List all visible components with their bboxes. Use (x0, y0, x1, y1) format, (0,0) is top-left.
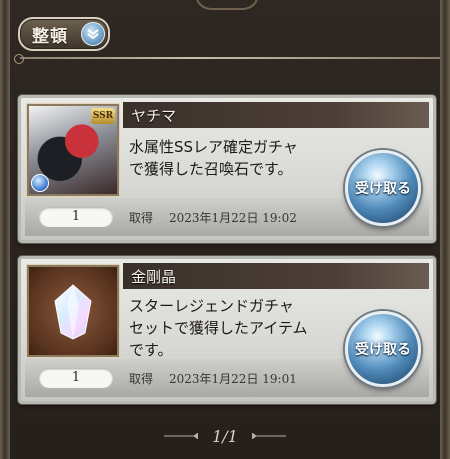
page-indicator: 1/1 (212, 426, 238, 446)
right-frame-border (440, 0, 450, 459)
item-description: スターレジェンドガチャ セットで獲得したアイテム です。 (129, 297, 308, 359)
acquired-label: 取得 (129, 211, 154, 225)
pagination: 1/1 (0, 424, 450, 448)
crystal-icon (54, 284, 92, 340)
acquired-date: 2023年1月22日 19:02 (169, 211, 297, 225)
item-description: 水属性SSレア確定ガチャ で獲得した召喚石です。 (129, 138, 298, 178)
acquired-date: 2023年1月22日 19:01 (169, 372, 297, 386)
gift-box-screen: 整頓 SSR ヤチマ 水属性SSレア確定ガチャ で獲得した召喚石です。 1 取得… (0, 0, 450, 459)
rarity-badge: SSR (91, 108, 115, 124)
item-quantity: 1 (39, 207, 113, 227)
gift-item-card: SSR ヤチマ 水属性SSレア確定ガチャ で獲得した召喚石です。 1 取得 20… (18, 95, 436, 243)
item-title-bar: ヤチマ (123, 102, 429, 128)
top-ornament (195, 0, 259, 10)
receive-button[interactable]: 受け取る (345, 311, 421, 387)
sort-button[interactable]: 整頓 (18, 17, 110, 51)
water-element-icon (31, 174, 49, 192)
receive-button-label: 受け取る (355, 181, 411, 197)
crystal-thumbnail[interactable] (27, 265, 119, 357)
item-quantity: 1 (39, 368, 113, 388)
item-title: ヤチマ (131, 107, 177, 125)
receive-button[interactable]: 受け取る (345, 150, 421, 226)
acquired-label: 取得 (129, 372, 154, 386)
sort-button-label: 整頓 (32, 26, 68, 47)
header-divider (14, 54, 440, 64)
receive-button-label: 受け取る (355, 342, 411, 358)
item-title-bar: 金剛晶 (123, 263, 429, 289)
left-frame-border (0, 0, 10, 459)
pager-left-flourish (164, 433, 199, 439)
gift-item-card: 金剛晶 スターレジェンドガチャ セットで獲得したアイテム です。 1 取得 20… (18, 256, 436, 404)
pager-right-flourish (251, 433, 286, 439)
item-title: 金剛晶 (131, 268, 177, 286)
summon-thumbnail[interactable]: SSR (27, 104, 119, 196)
chevron-down-icon (81, 22, 105, 46)
